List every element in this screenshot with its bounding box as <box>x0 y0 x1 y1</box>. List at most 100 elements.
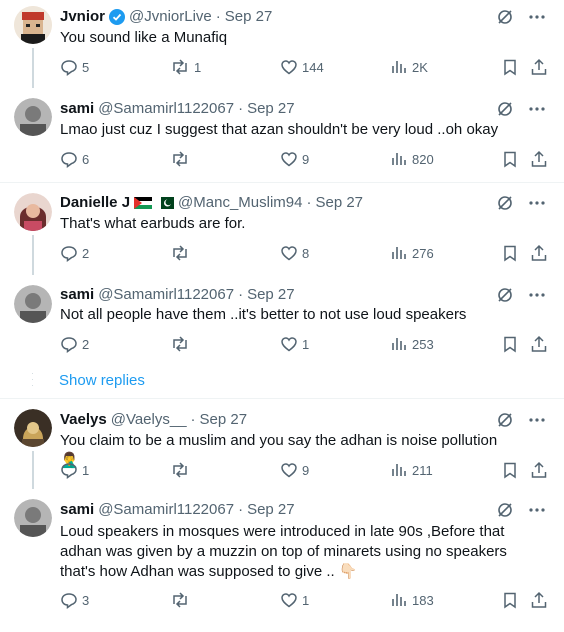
more-options-icon[interactable] <box>528 194 546 212</box>
heart-icon <box>280 461 298 479</box>
tweet-5[interactable]: Vaelys @Vaelys__ · Sep 27 You claim to b… <box>0 399 564 489</box>
grok-icon[interactable] <box>496 100 514 118</box>
share-icon <box>530 461 548 479</box>
handle[interactable]: @Samamirl1122067 <box>98 100 234 117</box>
views-icon <box>390 244 408 262</box>
display-name[interactable]: Danielle J <box>60 194 130 211</box>
timestamp[interactable]: Sep 27 <box>315 194 363 211</box>
tweet-4[interactable]: sami @Samamirl1122067 · Sep 27 Not all p… <box>0 275 564 363</box>
bookmark-icon <box>501 335 519 353</box>
view-count: 820 <box>412 151 434 167</box>
avatar[interactable] <box>14 193 52 231</box>
reply-button[interactable]: 5 <box>60 58 89 76</box>
display-name[interactable]: Vaelys <box>60 411 107 428</box>
handle[interactable]: @Samamirl1122067 <box>98 501 234 518</box>
views-button[interactable]: 183 <box>390 591 434 609</box>
tweet-3[interactable]: Danielle J @Manc_Muslim94 · Sep 27 That'… <box>0 183 564 275</box>
avatar[interactable] <box>14 285 52 323</box>
timestamp[interactable]: Sep 27 <box>225 8 273 25</box>
grok-icon[interactable] <box>496 411 514 429</box>
handle[interactable]: @Vaelys__ <box>111 411 187 428</box>
reply-button[interactable]: 2 <box>60 335 89 353</box>
views-button[interactable]: 2K <box>390 58 428 76</box>
heart-icon <box>280 58 298 76</box>
more-options-icon[interactable] <box>528 411 546 429</box>
reply-button[interactable]: 6 <box>60 150 89 168</box>
grok-icon[interactable] <box>496 501 514 519</box>
bookmark-button[interactable] <box>501 335 519 353</box>
avatar[interactable] <box>14 6 52 44</box>
avatar[interactable] <box>14 409 52 447</box>
display-name[interactable]: Jvnior <box>60 8 105 25</box>
like-button[interactable]: 144 <box>280 58 324 76</box>
show-replies-link[interactable]: Show replies <box>59 372 145 389</box>
retweet-button[interactable] <box>170 244 190 262</box>
verified-badge-icon <box>109 8 126 25</box>
like-button[interactable]: 9 <box>280 150 309 168</box>
handle[interactable]: @Manc_Muslim94 <box>178 194 302 211</box>
share-button[interactable] <box>530 150 548 168</box>
views-button[interactable]: 820 <box>390 150 434 168</box>
bookmark-icon <box>501 591 519 609</box>
views-button[interactable]: 276 <box>390 244 434 262</box>
more-options-icon[interactable] <box>528 100 546 118</box>
share-button[interactable] <box>530 58 548 76</box>
bookmark-button[interactable] <box>501 591 519 609</box>
share-icon <box>530 150 548 168</box>
bookmark-button[interactable] <box>501 58 519 76</box>
display-name[interactable]: sami <box>60 501 94 518</box>
retweet-button[interactable] <box>170 335 190 353</box>
bookmark-button[interactable] <box>501 150 519 168</box>
reply-button[interactable]: 1 <box>60 461 89 479</box>
retweet-button[interactable] <box>170 591 190 609</box>
timestamp[interactable]: Sep 27 <box>200 411 248 428</box>
retweet-button[interactable] <box>170 461 190 479</box>
like-count: 1 <box>302 592 310 608</box>
bookmark-icon <box>501 244 519 262</box>
share-button[interactable] <box>530 591 548 609</box>
avatar[interactable] <box>14 98 52 136</box>
timestamp[interactable]: Sep 27 <box>247 100 295 117</box>
more-options-icon[interactable] <box>528 8 546 26</box>
grok-icon[interactable] <box>496 8 514 26</box>
timestamp[interactable]: Sep 27 <box>247 501 295 518</box>
views-button[interactable]: 253 <box>390 335 434 353</box>
tweet-1[interactable]: Jvnior @JvniorLive · Sep 27 You sound li… <box>0 0 564 88</box>
reply-icon <box>60 150 78 168</box>
tweet-6[interactable]: sami @Samamirl1122067 · Sep 27 Loud spea… <box>0 489 564 629</box>
views-button[interactable]: 211 <box>390 461 433 479</box>
retweet-button[interactable]: 1 <box>170 58 201 76</box>
share-button[interactable] <box>530 461 548 479</box>
display-name[interactable]: sami <box>60 286 94 303</box>
retweet-count: 1 <box>194 59 202 75</box>
timestamp[interactable]: Sep 27 <box>247 286 295 303</box>
share-button[interactable] <box>530 335 548 353</box>
more-options-icon[interactable] <box>528 501 546 519</box>
tweet-2[interactable]: sami @Samamirl1122067 · Sep 27 Lmao just… <box>0 88 564 182</box>
reply-button[interactable]: 2 <box>60 244 89 262</box>
reply-count: 2 <box>82 245 90 261</box>
share-button[interactable] <box>530 244 548 262</box>
handle[interactable]: @Samamirl1122067 <box>98 286 234 303</box>
like-button[interactable]: 9 <box>280 461 309 479</box>
bookmark-button[interactable] <box>501 461 519 479</box>
retweet-icon <box>170 58 190 76</box>
handle[interactable]: @JvniorLive <box>129 8 212 25</box>
retweet-icon <box>170 591 190 609</box>
retweet-button[interactable] <box>170 150 190 168</box>
grok-icon[interactable] <box>496 194 514 212</box>
tweet-text: Not all people have them ..it's better t… <box>60 306 467 323</box>
bookmark-icon <box>501 461 519 479</box>
bookmark-button[interactable] <box>501 244 519 262</box>
like-button[interactable]: 1 <box>280 591 309 609</box>
like-button[interactable]: 1 <box>280 335 309 353</box>
reply-button[interactable]: 3 <box>60 591 89 609</box>
avatar[interactable] <box>14 499 52 537</box>
separator-dot: · <box>238 501 244 518</box>
reply-icon <box>60 244 78 262</box>
display-name[interactable]: sami <box>60 100 94 117</box>
more-options-icon[interactable] <box>528 286 546 304</box>
like-button[interactable]: 8 <box>280 244 309 262</box>
reply-icon <box>60 591 78 609</box>
grok-icon[interactable] <box>496 286 514 304</box>
